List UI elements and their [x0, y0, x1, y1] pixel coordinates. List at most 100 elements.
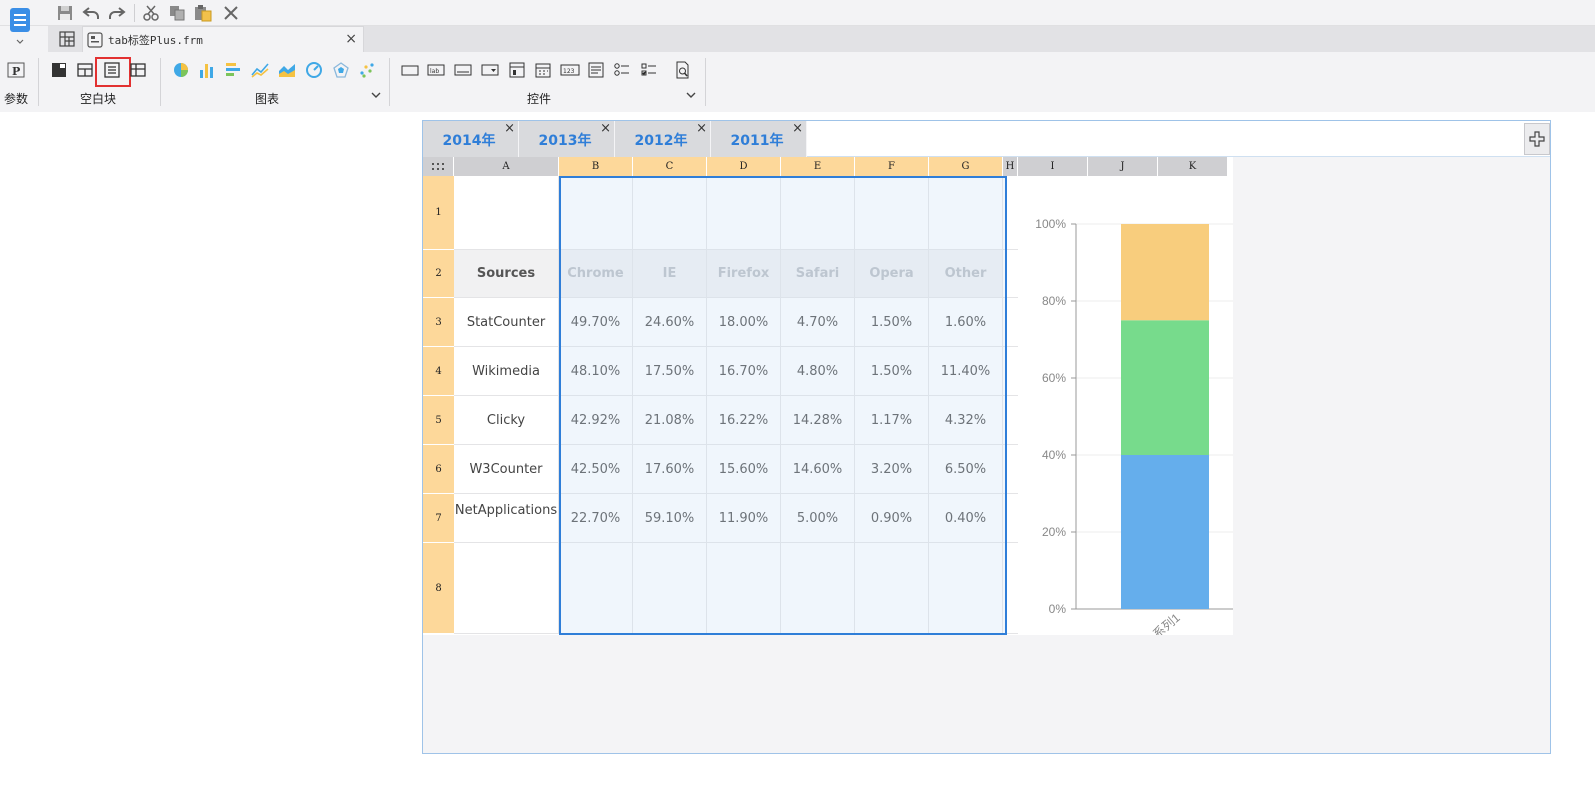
browser-header-cell[interactable]: Safari	[781, 250, 855, 298]
source-name-cell[interactable]: W3Counter	[454, 445, 559, 494]
column-header[interactable]: I	[1018, 157, 1088, 176]
table-block-icon[interactable]	[128, 60, 148, 80]
share-value-cell[interactable]: 0.90%	[855, 494, 929, 543]
share-value-cell[interactable]: 15.60%	[707, 445, 781, 494]
share-value-cell[interactable]: 14.28%	[781, 396, 855, 445]
share-value-cell[interactable]: 16.22%	[707, 396, 781, 445]
share-value-cell[interactable]: 17.60%	[633, 445, 707, 494]
share-value-cell[interactable]: 0.40%	[929, 494, 1003, 543]
table-cell[interactable]	[1003, 298, 1018, 347]
row-header[interactable]: 8	[423, 543, 454, 634]
share-value-cell[interactable]: 11.90%	[707, 494, 781, 543]
table-cell[interactable]	[1003, 176, 1018, 250]
app-logo-icon[interactable]	[8, 6, 32, 46]
label-control-icon[interactable]: lab	[426, 60, 446, 80]
share-value-cell[interactable]: 21.08%	[633, 396, 707, 445]
radar-chart-icon[interactable]	[331, 60, 351, 80]
table-cell[interactable]	[781, 176, 855, 250]
area-chart-icon[interactable]	[277, 60, 297, 80]
share-value-cell[interactable]: 4.32%	[929, 396, 1003, 445]
share-value-cell[interactable]: 6.50%	[929, 445, 1003, 494]
checkbox-list-control-icon[interactable]	[639, 60, 659, 80]
row-header[interactable]: 6	[423, 445, 454, 494]
share-value-cell[interactable]: 22.70%	[559, 494, 633, 543]
table-cell[interactable]	[559, 543, 633, 634]
tab-2011[interactable]: 2011年 ×	[711, 121, 807, 157]
column-header[interactable]: B	[559, 157, 633, 176]
source-name-cell[interactable]: NetApplications	[454, 494, 559, 543]
browser-header-cell[interactable]: Opera	[855, 250, 929, 298]
close-icon[interactable]: ×	[792, 121, 803, 136]
close-icon[interactable]: ×	[504, 121, 515, 136]
bar-chart-icon[interactable]	[197, 60, 217, 80]
source-name-cell[interactable]: StatCounter	[454, 298, 559, 347]
add-tab-button[interactable]	[1524, 123, 1550, 155]
share-value-cell[interactable]: 49.70%	[559, 298, 633, 347]
horizontal-bar-chart-icon[interactable]	[223, 60, 243, 80]
dropdown-control-icon[interactable]	[480, 60, 500, 80]
radio-list-control-icon[interactable]	[612, 60, 632, 80]
column-header[interactable]: D	[707, 157, 781, 176]
share-value-cell[interactable]: 42.92%	[559, 396, 633, 445]
table-cell[interactable]	[855, 543, 929, 634]
table-cell[interactable]	[707, 176, 781, 250]
close-tab-button[interactable]: ×	[345, 31, 357, 47]
tab-2012[interactable]: 2012年 ×	[615, 121, 711, 157]
browser-header-cell[interactable]: Chrome	[559, 250, 633, 298]
delete-icon[interactable]	[220, 3, 242, 23]
text-field-control-icon[interactable]	[453, 60, 473, 80]
share-value-cell[interactable]: 14.60%	[781, 445, 855, 494]
share-value-cell[interactable]: 4.80%	[781, 347, 855, 396]
redo-icon[interactable]	[106, 3, 128, 23]
pie-chart-icon[interactable]	[171, 60, 191, 80]
grid-view-icon[interactable]	[58, 30, 76, 48]
table-cell[interactable]	[1003, 543, 1018, 634]
row-header[interactable]: 2	[423, 250, 454, 298]
number-control-icon[interactable]: 123	[560, 60, 580, 80]
share-value-cell[interactable]: 1.50%	[855, 347, 929, 396]
table-cell[interactable]	[855, 176, 929, 250]
text-area-control-icon[interactable]	[586, 60, 606, 80]
date-control-icon[interactable]	[533, 60, 553, 80]
table-cell[interactable]	[1003, 347, 1018, 396]
row-header[interactable]: 5	[423, 396, 454, 445]
tab-layout-designer[interactable]: 2014年 × 2013年 × 2012年 × 2011年 × ABCDEFGH…	[422, 120, 1551, 754]
line-chart-icon[interactable]	[250, 60, 270, 80]
tab-2014[interactable]: 2014年 ×	[423, 121, 519, 157]
file-tab[interactable]: tab标签Plus.frm ×	[82, 26, 364, 52]
share-value-cell[interactable]: 16.70%	[707, 347, 781, 396]
undo-icon[interactable]	[80, 3, 102, 23]
column-header[interactable]: H	[1003, 157, 1018, 176]
table-cell[interactable]	[559, 176, 633, 250]
column-header[interactable]: C	[633, 157, 707, 176]
share-value-cell[interactable]: 59.10%	[633, 494, 707, 543]
browser-header-cell[interactable]: IE	[633, 250, 707, 298]
table-cell[interactable]	[781, 543, 855, 634]
share-value-cell[interactable]: 48.10%	[559, 347, 633, 396]
table-cell[interactable]	[454, 176, 559, 250]
share-value-cell[interactable]: 5.00%	[781, 494, 855, 543]
share-value-cell[interactable]: 1.50%	[855, 298, 929, 347]
scatter-chart-icon[interactable]	[357, 60, 377, 80]
close-icon[interactable]: ×	[600, 121, 611, 136]
share-value-cell[interactable]: 24.60%	[633, 298, 707, 347]
share-value-cell[interactable]: 11.40%	[929, 347, 1003, 396]
table-cell[interactable]	[1003, 396, 1018, 445]
table-cell[interactable]	[707, 543, 781, 634]
column-header[interactable]: F	[855, 157, 929, 176]
table-cell[interactable]	[1003, 494, 1018, 543]
chevron-down-icon[interactable]	[684, 88, 698, 102]
save-icon[interactable]	[54, 3, 76, 23]
source-name-cell[interactable]: Clicky	[454, 396, 559, 445]
share-value-cell[interactable]: 17.50%	[633, 347, 707, 396]
table-cell[interactable]	[633, 543, 707, 634]
table-cell[interactable]	[929, 543, 1003, 634]
share-value-cell[interactable]: 3.20%	[855, 445, 929, 494]
radio-group-control-icon[interactable]	[507, 60, 527, 80]
source-name-cell[interactable]: Wikimedia	[454, 347, 559, 396]
row-header[interactable]: 3	[423, 298, 454, 347]
copy-icon[interactable]	[166, 3, 188, 23]
share-value-cell[interactable]: 42.50%	[559, 445, 633, 494]
column-header[interactable]: J	[1088, 157, 1158, 176]
browser-header-cell[interactable]: Other	[929, 250, 1003, 298]
